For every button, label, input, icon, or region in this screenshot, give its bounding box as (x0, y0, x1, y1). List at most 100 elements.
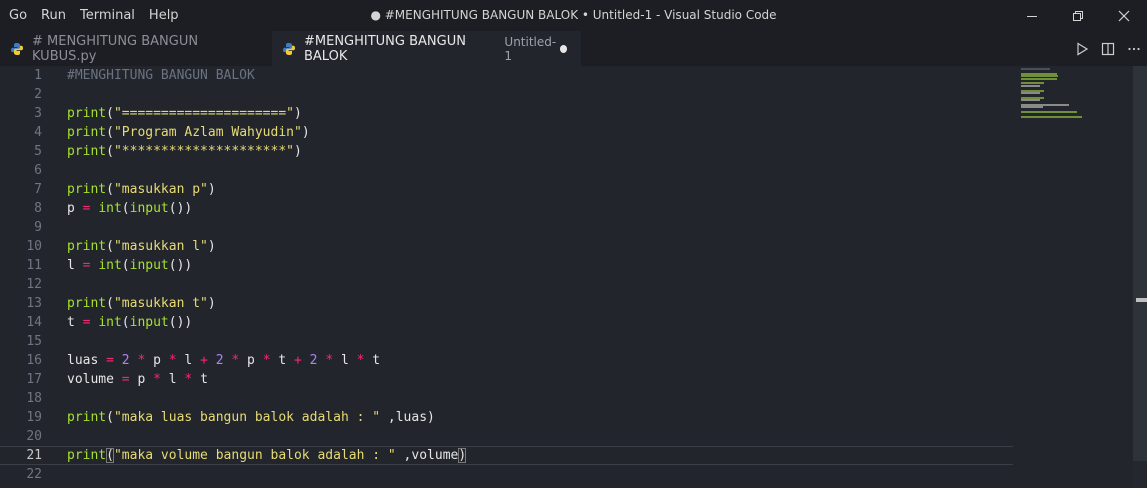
code-line[interactable] (67, 389, 1013, 408)
line-number-gutter: 1 2 3 4 5 6 7 8 9 10 11 12 13 14 15 16 17 18 19 20 21 22 (0, 66, 52, 484)
line-number: 7 (34, 182, 42, 197)
code-token: int (98, 258, 122, 273)
code-token: t (270, 353, 295, 368)
code-token: print (67, 239, 107, 254)
code-token: "maka volume bangun balok adalah : " (113, 448, 396, 463)
code-line[interactable]: p = int(input()) (67, 199, 1013, 218)
tab-balok[interactable]: #MENGHITUNG BANGUN BALOK Untitled-1 (272, 31, 581, 66)
code-line[interactable]: print("maka luas bangun balok adalah : "… (67, 408, 1013, 427)
code-line[interactable] (67, 218, 1013, 237)
code-token: ()) (168, 315, 193, 330)
code-token: ( (106, 125, 114, 140)
code-line[interactable] (67, 85, 1013, 104)
line-number: 15 (26, 334, 42, 349)
code-line[interactable]: print("maka volume bangun balok adalah :… (0, 446, 1013, 465)
code-line[interactable]: print("*********************") (67, 142, 1013, 161)
code-token: = (121, 372, 130, 387)
scrollbar-thumb[interactable] (1133, 66, 1147, 461)
code-line[interactable]: print("Program Azlam Wahyudin") (67, 123, 1013, 142)
code-line[interactable]: print("masukkan p") (67, 180, 1013, 199)
more-actions-button[interactable] (1121, 31, 1147, 66)
code-line[interactable]: print("=====================") (67, 104, 1013, 123)
menu-help[interactable]: Help (142, 0, 186, 31)
code-token: 2 (121, 353, 130, 368)
code-token: ( (106, 239, 114, 254)
code-line[interactable]: t = int(input()) (67, 313, 1013, 332)
minimap-line (1021, 77, 1057, 80)
code-line[interactable]: l = int(input()) (67, 256, 1013, 275)
line-number: 18 (26, 391, 42, 406)
line-number: 17 (26, 372, 42, 387)
editor-actions (1069, 31, 1147, 66)
code-token: ( (121, 315, 130, 330)
code-token: print (67, 410, 107, 425)
code-token: ) (458, 448, 467, 463)
code-token: l (160, 372, 185, 387)
code-line[interactable] (67, 161, 1013, 180)
minimize-button[interactable] (1009, 0, 1055, 31)
code-token: ( (121, 201, 130, 216)
line-number: 19 (26, 410, 42, 425)
code-token: ( (106, 182, 114, 197)
code-line[interactable] (67, 427, 1013, 446)
split-editor-button[interactable] (1095, 31, 1121, 66)
menu-run[interactable]: Run (34, 0, 73, 31)
code-token: ) (293, 144, 302, 159)
code-line[interactable]: luas = 2 * p * l + 2 * p * t + 2 * l * t (67, 351, 1013, 370)
code-token: "=====================" (113, 106, 294, 121)
code-token: int (98, 201, 122, 216)
editor-tab-bar: # MENGHITUNG BANGUN KUBUS.py #MENGHITUNG… (0, 31, 1147, 66)
code-token: * (325, 353, 334, 368)
code-line[interactable]: print("masukkan t") (67, 294, 1013, 313)
line-number: 3 (34, 106, 42, 121)
code-token: t (364, 353, 381, 368)
tab-kubus[interactable]: # MENGHITUNG BANGUN KUBUS.py (0, 31, 272, 66)
unsaved-dot-icon[interactable] (559, 44, 567, 53)
window-controls (1009, 0, 1147, 31)
code-token: "masukkan l" (113, 239, 208, 254)
code-token: + (200, 353, 208, 368)
code-token: print (67, 296, 107, 311)
python-file-icon (282, 42, 296, 56)
code-line[interactable]: volume = p * l * t (67, 370, 1013, 389)
title-bar: Go Run Terminal Help ● #MENGHITUNG BANGU… (0, 0, 1147, 31)
code-token: ( (106, 448, 114, 463)
code-token: input (129, 258, 169, 273)
line-number: 20 (26, 429, 42, 444)
code-area[interactable]: #MENGHITUNG BANGUN BALOK print("========… (67, 66, 1013, 484)
code-token: t (192, 372, 208, 387)
code-token: ( (121, 258, 130, 273)
line-number: 12 (26, 277, 42, 292)
line-number: 22 (26, 467, 42, 482)
run-icon (1077, 41, 1089, 56)
code-line[interactable] (67, 465, 1013, 484)
code-token: 2 (309, 353, 318, 368)
code-editor[interactable]: 1 2 3 4 5 6 7 8 9 10 11 12 13 14 15 16 17 18 19 20 21 22 #MEN… (0, 66, 1147, 488)
more-icon (1128, 47, 1140, 50)
line-number: 16 (26, 353, 42, 368)
close-button[interactable] (1101, 0, 1147, 31)
menu-terminal[interactable]: Terminal (73, 0, 142, 31)
menu-go[interactable]: Go (2, 0, 34, 31)
run-button[interactable] (1069, 31, 1095, 66)
code-line[interactable] (67, 275, 1013, 294)
vertical-scrollbar[interactable] (1133, 66, 1147, 488)
line-number: 2 (34, 87, 42, 102)
code-token: ()) (168, 201, 193, 216)
code-line[interactable]: print("masukkan l") (67, 237, 1013, 256)
line-number: 5 (34, 144, 42, 159)
minimap[interactable] (1016, 66, 1134, 126)
code-token: l (67, 258, 83, 273)
code-line[interactable] (67, 332, 1013, 351)
code-token: ( (106, 106, 114, 121)
split-editor-icon (1101, 42, 1115, 55)
code-token: p (129, 372, 154, 387)
code-line[interactable]: #MENGHITUNG BANGUN BALOK (67, 66, 1013, 85)
line-number: 11 (26, 258, 42, 273)
line-number: 6 (34, 163, 42, 178)
code-token: input (129, 315, 169, 330)
code-token: print (67, 448, 107, 463)
restore-button[interactable] (1055, 0, 1101, 31)
